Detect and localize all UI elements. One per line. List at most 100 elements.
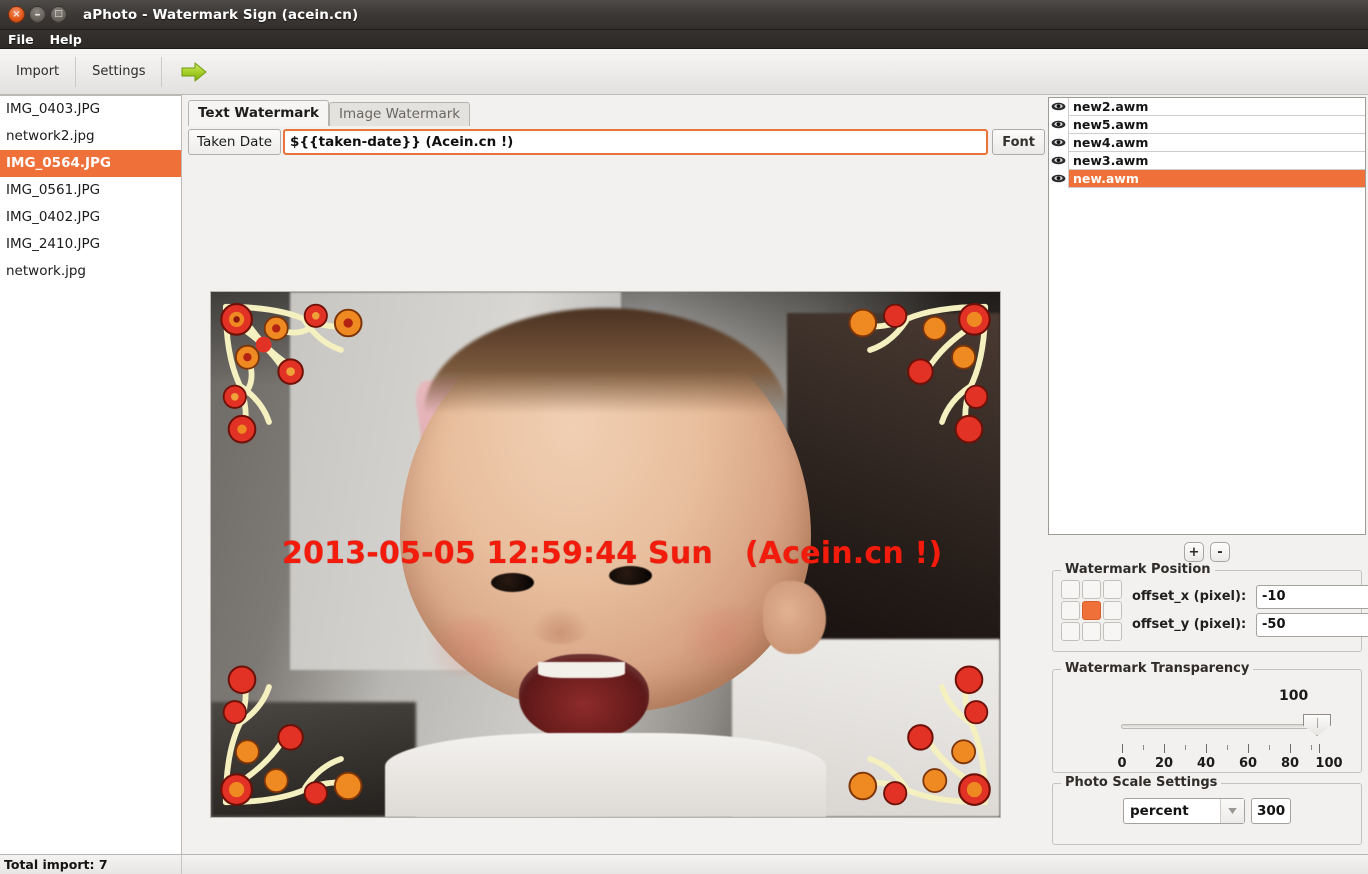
- photo-preview[interactable]: 2013-05-05 12:59:44 Sun (Acein.cn !): [211, 292, 1000, 817]
- position-cell-top-center[interactable]: [1082, 580, 1101, 599]
- position-grid[interactable]: [1061, 580, 1122, 641]
- eye-icon[interactable]: [1049, 151, 1069, 170]
- remove-watermark-button[interactable]: -: [1210, 542, 1230, 562]
- watermark-position-title: Watermark Position: [1061, 562, 1215, 577]
- menu-item-help[interactable]: Help: [50, 32, 82, 47]
- list-item[interactable]: new4.awm: [1049, 133, 1365, 152]
- status-pane: Total import: 7: [0, 854, 182, 874]
- status-text: Total import: 7: [4, 857, 108, 872]
- main-area: IMG_0403.JPG network2.jpg IMG_0564.JPG I…: [0, 95, 1368, 854]
- floral-corner-icon: [848, 665, 991, 806]
- eye-icon[interactable]: [1049, 115, 1069, 134]
- list-item[interactable]: IMG_2410.JPG: [0, 231, 181, 258]
- settings-button[interactable]: Settings: [76, 49, 161, 95]
- add-watermark-button[interactable]: +: [1184, 542, 1204, 562]
- slider-thumb[interactable]: [1303, 714, 1331, 736]
- offset-x-row: offset_x (pixel): -10: [1132, 583, 1368, 611]
- watermark-transparency-group: Watermark Transparency 100 0 20 40 60 80…: [1052, 661, 1362, 773]
- minimize-glyph: –: [34, 6, 41, 21]
- taken-date-button[interactable]: Taken Date: [188, 129, 282, 155]
- watermark-file-list[interactable]: new2.awm new5.awm new4.awm new3.awm new.…: [1048, 97, 1366, 535]
- app-window: × – □ aPhoto - Watermark Sign (acein.cn)…: [0, 0, 1368, 874]
- scale-amount-input[interactable]: 300: [1251, 798, 1291, 824]
- floral-corner-icon: [220, 303, 363, 444]
- list-item[interactable]: new5.awm: [1049, 115, 1365, 134]
- close-icon[interactable]: ×: [8, 6, 25, 23]
- maximize-glyph: □: [54, 9, 63, 19]
- photo-scale-group: Photo Scale Settings percent 300: [1052, 775, 1362, 845]
- chevron-down-icon[interactable]: [1220, 799, 1244, 823]
- scale-mode-select[interactable]: percent: [1123, 798, 1245, 824]
- offset-y-input[interactable]: -50: [1256, 612, 1368, 637]
- position-cell-middle-center-selected[interactable]: [1082, 601, 1101, 620]
- eye-icon[interactable]: [1049, 133, 1069, 152]
- watermark-position-group: Watermark Position offset_x (pixel): -10…: [1052, 562, 1368, 652]
- minimize-icon[interactable]: –: [29, 6, 46, 23]
- list-item-label: new2.awm: [1073, 98, 1149, 114]
- window-title: aPhoto - Watermark Sign (acein.cn): [83, 6, 359, 23]
- list-item-label: new.awm: [1073, 170, 1139, 186]
- photo-baby-body: [384, 733, 827, 817]
- position-cell-middle-right[interactable]: [1103, 601, 1122, 620]
- font-button[interactable]: Font: [992, 129, 1045, 155]
- watermark-text-row: Taken Date ${{taken-date}} (Acein.cn !) …: [188, 129, 1045, 155]
- slider-tick-labels: 0 20 40 60 80 100: [1053, 756, 1363, 772]
- preview-area: 2013-05-05 12:59:44 Sun (Acein.cn !): [183, 155, 1045, 845]
- menu-item-file[interactable]: File: [8, 32, 34, 47]
- close-glyph: ×: [12, 8, 21, 20]
- list-item[interactable]: network.jpg: [0, 258, 181, 285]
- photo-baby-nose: [530, 607, 590, 644]
- slider-ticks: [1117, 744, 1323, 754]
- list-item[interactable]: IMG_0561.JPG: [0, 177, 181, 204]
- list-item-label: new3.awm: [1073, 152, 1149, 168]
- title-bar: × – □ aPhoto - Watermark Sign (acein.cn): [0, 0, 1368, 30]
- eye-icon[interactable]: [1049, 98, 1069, 116]
- list-item-label: new5.awm: [1073, 116, 1149, 132]
- list-item[interactable]: IMG_0402.JPG: [0, 204, 181, 231]
- transparency-slider[interactable]: 100 0 20 40 60 80 100: [1053, 670, 1361, 772]
- tick-label: 100: [1315, 756, 1343, 771]
- watermark-list-controls: + -: [1046, 542, 1368, 562]
- menu-bar: File Help: [0, 30, 1368, 49]
- watermark-tabs: Text Watermark Image Watermark: [188, 100, 1045, 126]
- offset-y-label: offset_y (pixel):: [1132, 617, 1247, 632]
- position-cell-bottom-left[interactable]: [1061, 622, 1080, 641]
- status-bar: Total import: 7: [0, 854, 1368, 874]
- position-cell-top-right[interactable]: [1103, 580, 1122, 599]
- tab-image-watermark[interactable]: Image Watermark: [329, 102, 471, 126]
- tick-label: 60: [1238, 756, 1258, 771]
- tick-label: 80: [1280, 756, 1300, 771]
- photo-baby-eye-left: [491, 572, 534, 592]
- tab-text-watermark[interactable]: Text Watermark: [188, 100, 330, 126]
- position-cell-bottom-right[interactable]: [1103, 622, 1122, 641]
- floral-corner-icon: [848, 303, 991, 444]
- slider-thumb-notch: [1317, 718, 1318, 728]
- list-item-selected[interactable]: IMG_0564.JPG: [0, 150, 181, 177]
- watermark-text-input[interactable]: ${{taken-date}} (Acein.cn !): [283, 129, 989, 155]
- maximize-icon[interactable]: □: [50, 6, 67, 23]
- toolbar: Import Settings: [0, 49, 1368, 95]
- list-item[interactable]: new3.awm: [1049, 151, 1365, 170]
- eye-icon[interactable]: [1049, 169, 1069, 188]
- position-cell-middle-left[interactable]: [1061, 601, 1080, 620]
- photo-baby-teeth: [538, 661, 626, 679]
- scale-mode-value: percent: [1130, 803, 1189, 819]
- position-cell-top-left[interactable]: [1061, 580, 1080, 599]
- position-cell-bottom-center[interactable]: [1082, 622, 1101, 641]
- center-panel: Text Watermark Image Watermark Taken Dat…: [183, 95, 1045, 854]
- list-item[interactable]: IMG_0403.JPG: [0, 96, 181, 123]
- list-item[interactable]: network2.jpg: [0, 123, 181, 150]
- list-item-selected[interactable]: new.awm: [1049, 169, 1365, 188]
- import-button[interactable]: Import: [0, 49, 75, 95]
- tick-label: 20: [1154, 756, 1174, 771]
- photo-file-list[interactable]: IMG_0403.JPG network2.jpg IMG_0564.JPG I…: [0, 95, 182, 854]
- offset-x-input[interactable]: -10: [1256, 584, 1368, 609]
- list-item[interactable]: new2.awm: [1049, 98, 1365, 116]
- slider-track[interactable]: [1121, 724, 1317, 729]
- run-button[interactable]: [162, 61, 226, 83]
- list-item-label: new4.awm: [1073, 134, 1149, 150]
- tick-label: 0: [1117, 756, 1127, 771]
- transparency-value: 100: [1279, 688, 1309, 704]
- offset-y-row: offset_y (pixel): -50: [1132, 611, 1368, 639]
- tick-label: 40: [1196, 756, 1216, 771]
